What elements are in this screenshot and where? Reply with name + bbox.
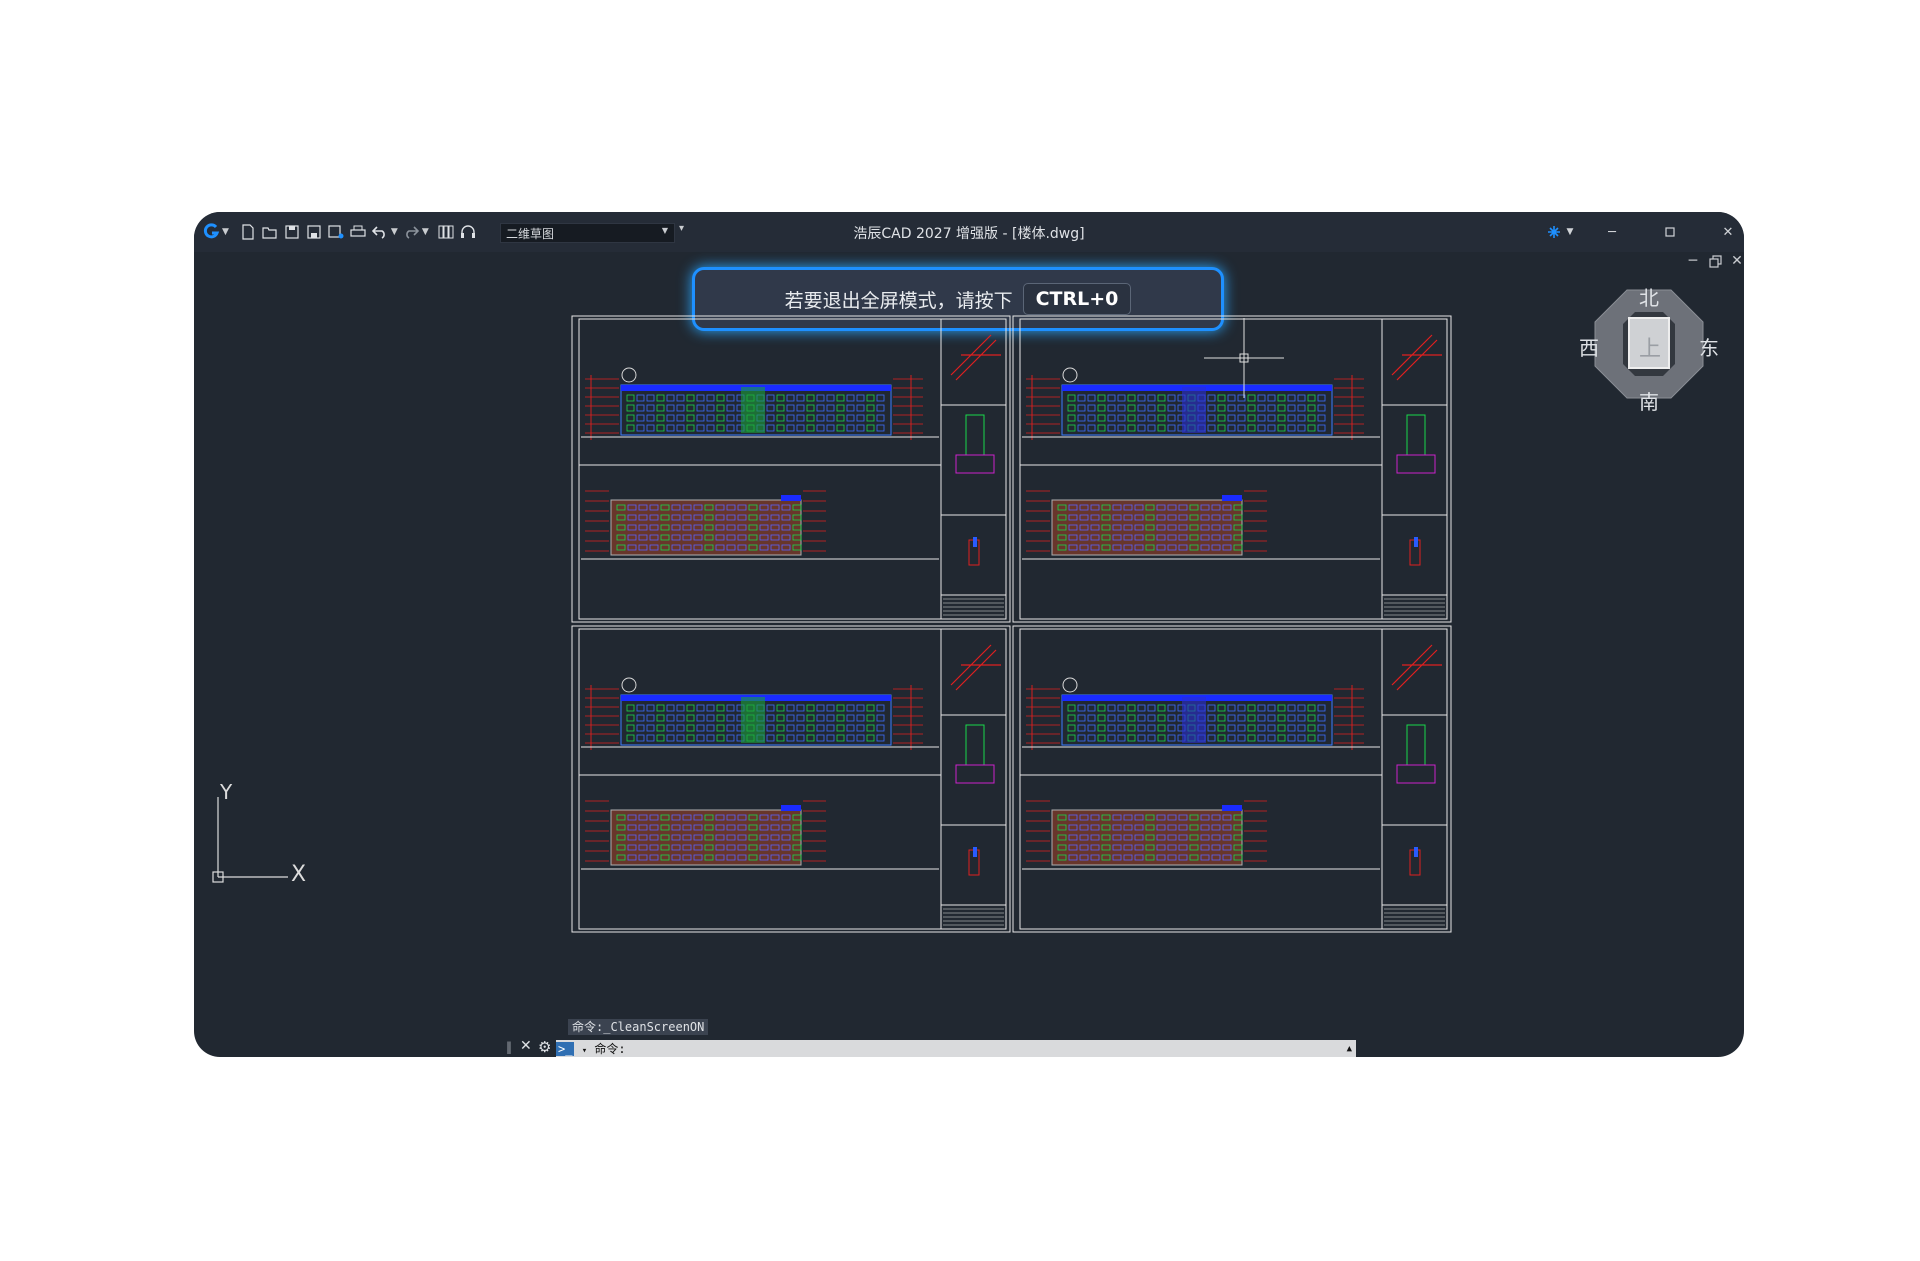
minimize-icon[interactable]: ─ <box>1598 218 1626 246</box>
ucs-x-label: X <box>291 862 307 887</box>
compass-east[interactable]: 东 <box>1699 332 1719 361</box>
recent-commands-icon[interactable]: ▾ <box>582 1046 587 1056</box>
maximize-icon[interactable] <box>1656 218 1684 246</box>
close-icon[interactable]: ✕ <box>520 1038 532 1054</box>
window-title: 浩辰CAD 2027 增强版 - [楼体.dwg] <box>853 226 1085 242</box>
drag-handle-icon[interactable]: ‖ <box>506 1040 512 1054</box>
compass-west[interactable]: 西 <box>1579 332 1599 361</box>
close-icon[interactable]: ✕ <box>1714 218 1742 246</box>
command-history: 命令:_CleanScreenON <box>568 1019 709 1035</box>
view-cube[interactable]: 北 南 东 西 上 <box>1579 282 1719 422</box>
command-prompt-icon: >_ <box>556 1042 575 1056</box>
view-cube-top-face[interactable]: 上 <box>1639 331 1661 363</box>
title-bar: ▼ ▼ ▼ 二维草图 ▼ ▾ 浩辰CAD 2027 增强版 - [楼体.dwg]… <box>194 212 1744 252</box>
drawing-sheet <box>571 625 1011 933</box>
drawing-close-icon[interactable]: ✕ <box>1726 250 1744 272</box>
cloud-dropdown-icon[interactable]: ▼ <box>1556 218 1584 246</box>
toast-shortcut: CTRL+0 <box>1022 283 1132 315</box>
command-bar: ‖ ✕ ⚙ >_ ▾ 命令: ▲ <box>506 1038 1356 1057</box>
drawing-sheet <box>1012 625 1452 933</box>
compass-south[interactable]: 南 <box>1639 386 1659 415</box>
drawing-restore-icon[interactable] <box>1704 250 1726 272</box>
drawing-minimize-icon[interactable]: ─ <box>1682 250 1704 272</box>
command-input[interactable]: >_ ▾ 命令: ▲ <box>556 1040 1356 1057</box>
toast-message: 若要退出全屏模式，请按下 <box>784 289 1013 312</box>
compass-north[interactable]: 北 <box>1639 282 1659 311</box>
expand-history-icon[interactable]: ▲ <box>1347 1040 1352 1057</box>
drawing-sheet <box>571 315 1011 623</box>
command-prompt: 命令: <box>594 1042 626 1056</box>
app-window: ▼ ▼ ▼ 二维草图 ▼ ▾ 浩辰CAD 2027 增强版 - [楼体.dwg]… <box>194 212 1744 1057</box>
crosshair-cursor <box>1204 318 1284 398</box>
settings-icon[interactable]: ⚙ <box>538 1038 551 1056</box>
ucs-y-label: Y <box>220 780 233 804</box>
